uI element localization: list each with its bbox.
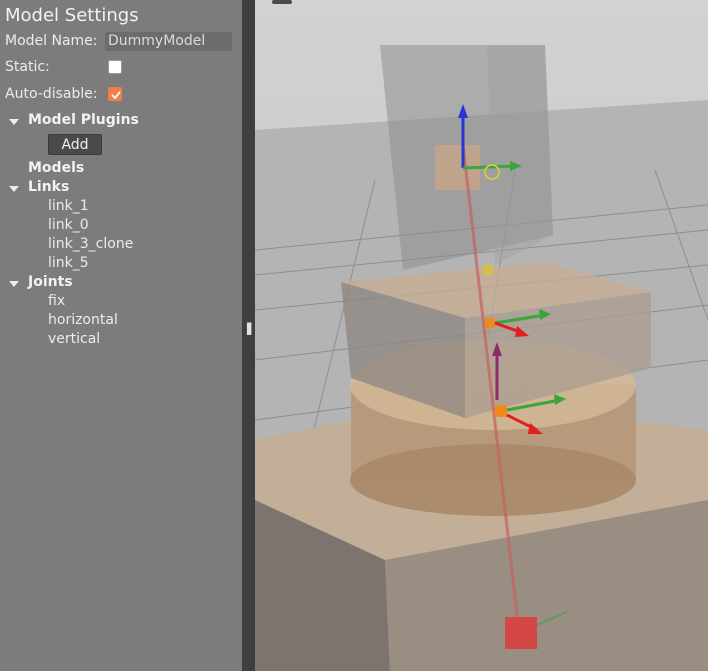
upper-box[interactable] bbox=[380, 45, 553, 270]
3d-viewport[interactable] bbox=[255, 0, 708, 671]
chevron-down-icon[interactable] bbox=[9, 281, 19, 287]
link-item[interactable]: link_0 bbox=[48, 217, 89, 233]
grip-icon: ▪ ▪ ▪ bbox=[246, 320, 253, 338]
joint-item[interactable]: fix bbox=[48, 293, 65, 309]
section-models[interactable]: Models bbox=[28, 160, 84, 176]
panel-splitter[interactable]: ▪ ▪ ▪ bbox=[242, 0, 255, 671]
model-settings-panel: Model Settings Model Name: DummyModel St… bbox=[0, 0, 242, 671]
chevron-down-icon[interactable] bbox=[9, 186, 19, 192]
model-name-label: Model Name: bbox=[5, 33, 98, 49]
auto-disable-label: Auto-disable: bbox=[5, 86, 98, 102]
section-links[interactable]: Links bbox=[28, 179, 69, 195]
panel-title: Model Settings bbox=[5, 5, 139, 26]
link-item[interactable]: link_5 bbox=[48, 255, 89, 271]
joint-item[interactable]: vertical bbox=[48, 331, 100, 347]
joint-item[interactable]: horizontal bbox=[48, 312, 118, 328]
link-item[interactable]: link_1 bbox=[48, 198, 89, 214]
model-name-input[interactable]: DummyModel bbox=[105, 32, 232, 51]
static-checkbox[interactable] bbox=[108, 60, 122, 74]
static-label: Static: bbox=[5, 59, 50, 75]
toolbar-edge bbox=[272, 0, 292, 4]
scene-render[interactable] bbox=[255, 0, 708, 671]
joint-marker-mid bbox=[482, 264, 494, 276]
check-icon bbox=[111, 91, 121, 100]
add-plugin-button[interactable]: Add bbox=[48, 134, 102, 155]
section-model-plugins[interactable]: Model Plugins bbox=[28, 112, 139, 128]
auto-disable-checkbox[interactable] bbox=[108, 87, 122, 101]
link-item[interactable]: link_3_clone bbox=[48, 236, 133, 252]
chevron-down-icon[interactable] bbox=[9, 119, 19, 125]
section-joints[interactable]: Joints bbox=[28, 274, 73, 290]
